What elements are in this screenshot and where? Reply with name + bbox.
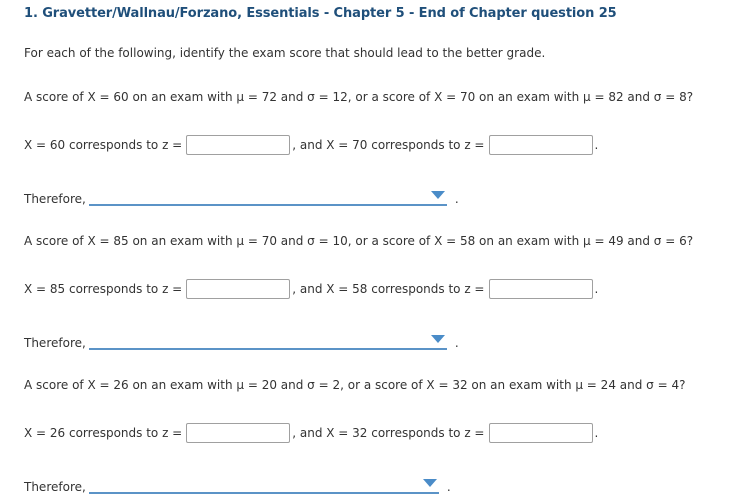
- therefore-row-2: Therefore, .: [24, 326, 459, 350]
- period: .: [446, 480, 451, 494]
- z-input-3b[interactable]: [488, 423, 593, 443]
- z-score-row-2: X = 85 corresponds to z = , and X = 58 c…: [24, 278, 598, 300]
- therefore-label-2: Therefore,: [24, 336, 86, 350]
- period: .: [454, 336, 459, 350]
- z-label-2a: X = 85 corresponds to z =: [24, 282, 183, 296]
- question-title: 1. Gravetter/Wallnau/Forzano, Essentials…: [24, 6, 617, 21]
- period: .: [594, 426, 599, 440]
- instructions: For each of the following, identify the …: [24, 46, 546, 60]
- z-score-row-1: X = 60 corresponds to z = , and X = 70 c…: [24, 134, 598, 156]
- therefore-label-1: Therefore,: [24, 192, 86, 206]
- z-input-2a[interactable]: [186, 279, 291, 299]
- answer-dropdown-1[interactable]: [88, 187, 447, 206]
- z-input-2b[interactable]: [488, 279, 593, 299]
- therefore-label-3: Therefore,: [24, 480, 86, 494]
- z-input-1a[interactable]: [186, 135, 291, 155]
- period: .: [594, 138, 599, 152]
- period: .: [594, 282, 599, 296]
- z-label-2b: , and X = 58 corresponds to z =: [292, 282, 485, 296]
- z-input-1b[interactable]: [488, 135, 593, 155]
- z-input-3a[interactable]: [186, 423, 291, 443]
- answer-dropdown-2[interactable]: [88, 331, 447, 350]
- question-text-1: A score of X = 60 on an exam with μ = 72…: [24, 90, 694, 104]
- z-score-row-3: X = 26 corresponds to z = , and X = 32 c…: [24, 422, 598, 444]
- question-text-3: A score of X = 26 on an exam with μ = 20…: [24, 378, 686, 392]
- z-label-1b: , and X = 70 corresponds to z =: [292, 138, 485, 152]
- z-label-1a: X = 60 corresponds to z =: [24, 138, 183, 152]
- therefore-row-3: Therefore, .: [24, 470, 451, 494]
- chevron-down-icon[interactable]: [430, 335, 445, 343]
- z-label-3b: , and X = 32 corresponds to z =: [292, 426, 485, 440]
- period: .: [454, 192, 459, 206]
- chevron-down-icon[interactable]: [430, 191, 445, 199]
- therefore-row-1: Therefore, .: [24, 182, 459, 206]
- chevron-down-icon[interactable]: [422, 479, 437, 487]
- answer-dropdown-3[interactable]: [88, 475, 439, 494]
- z-label-3a: X = 26 corresponds to z =: [24, 426, 183, 440]
- question-text-2: A score of X = 85 on an exam with μ = 70…: [24, 234, 694, 248]
